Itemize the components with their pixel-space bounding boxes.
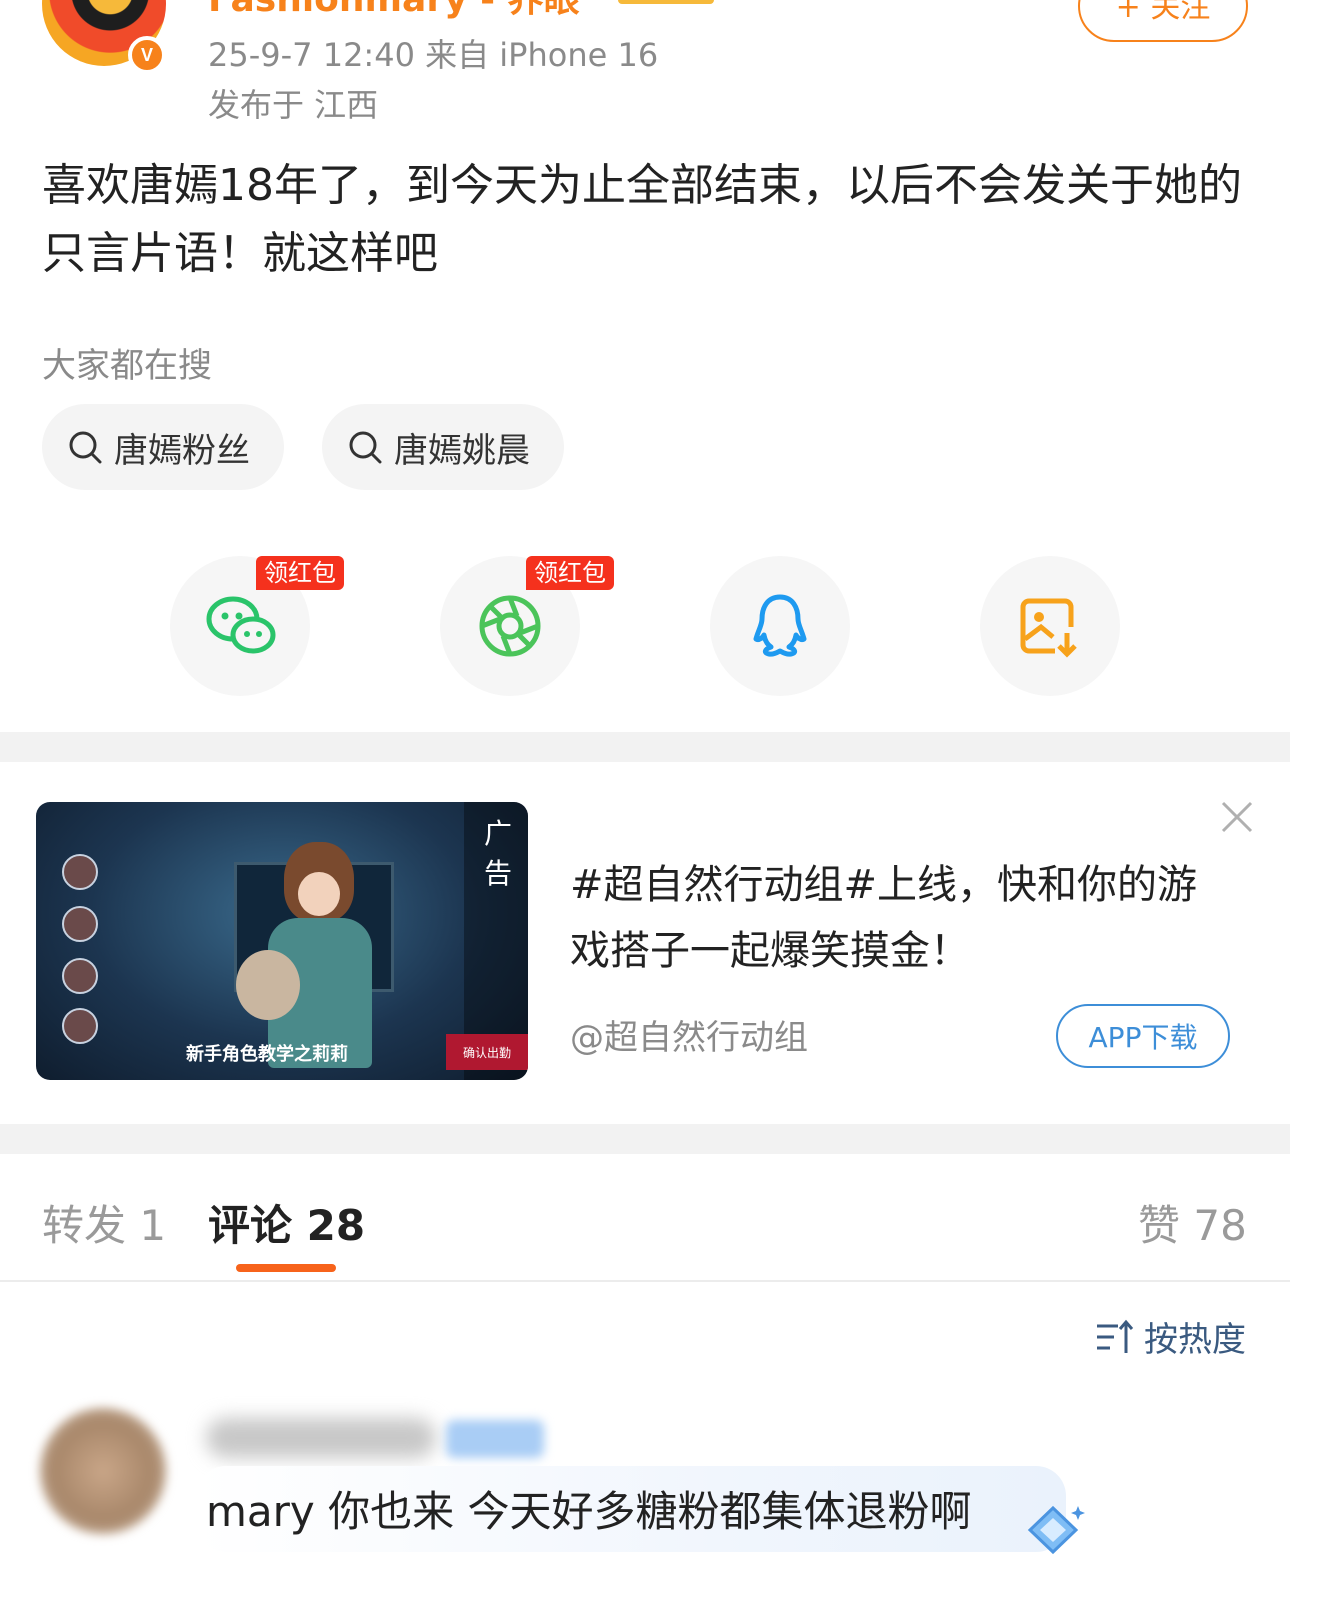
ad-thumb-side-avatar bbox=[62, 1008, 98, 1044]
ad-headline[interactable]: #超自然行动组#上线，快和你的游戏搭子一起爆笑摸金！ bbox=[570, 852, 1210, 984]
post-body: 喜欢唐嫣18年了，到今天为止全部结束，以后不会发关于她的只言片语！就这样吧 bbox=[42, 160, 1242, 279]
ad-thumb-rabbit bbox=[236, 950, 300, 1020]
ad-thumb-character-face bbox=[298, 872, 340, 916]
ad-thumb-side-avatar bbox=[62, 854, 98, 890]
search-chip[interactable]: 唐嫣姚晨 bbox=[322, 404, 564, 490]
section-divider bbox=[0, 732, 1290, 762]
search-icon bbox=[349, 431, 382, 464]
search-chip[interactable]: 唐嫣粉丝 bbox=[42, 404, 284, 490]
tab-comment[interactable]: 评论 28 bbox=[208, 1192, 365, 1253]
follow-button[interactable]: + 关注 bbox=[1078, 0, 1248, 42]
hongbao-badge: 领红包 bbox=[526, 556, 614, 590]
sort-icon bbox=[1097, 1319, 1134, 1353]
search-section-title: 大家都在搜 bbox=[42, 346, 212, 386]
section-divider bbox=[0, 1124, 1290, 1154]
ad-thumb-caption: 新手角色教学之莉莉 bbox=[186, 1044, 348, 1065]
ad-account[interactable]: @超自然行动组 bbox=[570, 1010, 808, 1059]
save-image-button[interactable] bbox=[980, 556, 1120, 696]
close-icon[interactable] bbox=[1220, 800, 1254, 834]
commenter-badge-icon bbox=[446, 1420, 544, 1458]
wechat-icon bbox=[206, 596, 276, 654]
tab-like[interactable]: 赞 78 bbox=[1138, 1192, 1247, 1253]
ad-thumb-confirm: 确认出勤 bbox=[446, 1034, 528, 1070]
qq-icon bbox=[753, 594, 807, 657]
search-chip-label: 唐嫣姚晨 bbox=[394, 430, 530, 471]
search-chip-label: 唐嫣粉丝 bbox=[114, 430, 250, 471]
ad-label: 广告 bbox=[484, 817, 513, 890]
tab-divider bbox=[0, 1280, 1290, 1282]
post-location: 发布于 江西 bbox=[208, 86, 379, 124]
diamond-decoration-icon bbox=[1027, 1505, 1085, 1555]
commenter-avatar[interactable] bbox=[40, 1408, 166, 1534]
ad-thumbnail[interactable]: 广告 新手角色教学之莉莉 确认出勤 bbox=[36, 802, 528, 1080]
app-download-button[interactable]: APP下载 bbox=[1056, 1004, 1230, 1068]
search-icon bbox=[69, 431, 102, 464]
ad-thumb-side-avatar bbox=[62, 958, 98, 994]
sort-button[interactable]: 按热度 bbox=[1094, 1312, 1246, 1361]
tab-forward[interactable]: 转发 1 bbox=[42, 1192, 166, 1253]
share-qq-button[interactable] bbox=[710, 556, 850, 696]
active-tab-indicator bbox=[236, 1264, 336, 1272]
comment-text: mary 你也来 今天好多糖粉都集体退粉啊 bbox=[206, 1487, 972, 1536]
sort-label: 按热度 bbox=[1144, 1320, 1246, 1360]
verified-badge-icon: V bbox=[128, 36, 166, 74]
commenter-name[interactable] bbox=[206, 1418, 436, 1458]
vip-badge-icon bbox=[618, 0, 714, 4]
moments-icon bbox=[479, 595, 541, 657]
hongbao-badge: 领红包 bbox=[256, 556, 344, 590]
save-image-icon bbox=[1020, 598, 1077, 658]
ad-thumb-side-avatar bbox=[62, 906, 98, 942]
post-meta: 25-9-7 12:40 来自 iPhone 16 bbox=[208, 36, 659, 74]
author-name[interactable]: Fashionmary - 养眼 bbox=[208, 0, 580, 22]
